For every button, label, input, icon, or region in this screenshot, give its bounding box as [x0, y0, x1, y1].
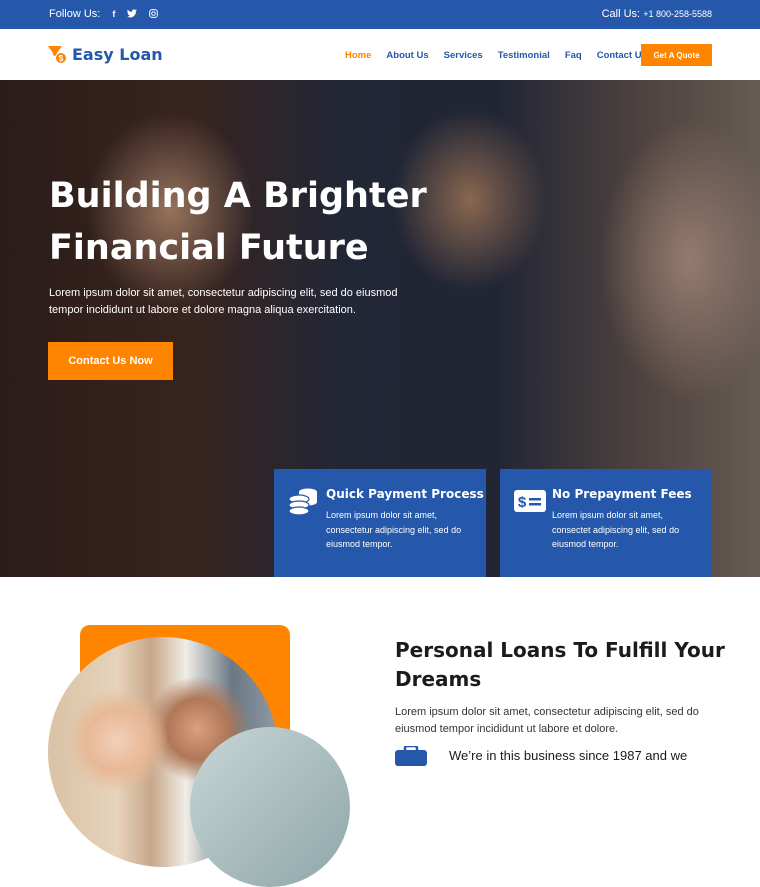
feature-card-quick-payment: Quick Payment Process Lorem ipsum dolor … — [274, 469, 486, 577]
social-links: Follow Us: f — [49, 8, 159, 20]
feature-text: Lorem ipsum dolor sit amet, consectet ad… — [552, 510, 680, 549]
nav-faq[interactable]: Faq — [565, 50, 582, 61]
feature-title: Quick Payment Process — [326, 487, 484, 501]
feature-title: No Prepayment Fees — [552, 487, 692, 501]
about-section: Personal Loans To Fulfill Your Dreams Lo… — [395, 636, 735, 737]
phone-number[interactable]: +1 800-258-5588 — [643, 9, 712, 19]
nav-testimonial[interactable]: Testimonial — [498, 50, 550, 61]
logo[interactable]: $ Easy Loan — [48, 45, 163, 64]
nav-home[interactable]: Home — [345, 50, 371, 61]
about-description: Lorem ipsum dolor sit amet, consectetur … — [395, 706, 699, 735]
brand-name: Easy Loan — [72, 45, 163, 64]
top-bar: Follow Us: f Call Us: +1 800-258-5588 — [0, 0, 760, 29]
instagram-icon[interactable] — [149, 8, 159, 20]
main-nav: $ Easy Loan Home About Us Services Testi… — [0, 29, 760, 80]
about-title: Personal Loans To Fulfill Your Dreams — [395, 638, 725, 691]
briefcase-icon — [395, 744, 427, 766]
about-image-group — [0, 577, 380, 887]
feature-card-no-prepayment: $ No Prepayment Fees Lorem ipsum dolor s… — [500, 469, 712, 577]
money-check-icon: $ — [514, 490, 546, 518]
hero-section: Building A Brighter Financial Future Lor… — [0, 80, 760, 577]
get-a-quote-button[interactable]: Get A Quote — [641, 44, 712, 66]
nav-services[interactable]: Services — [444, 50, 483, 61]
svg-text:$: $ — [518, 494, 527, 511]
follow-label: Follow Us: — [49, 8, 101, 20]
office-photo — [190, 727, 350, 887]
funnel-coin-icon: $ — [48, 45, 68, 64]
coins-icon — [288, 487, 318, 516]
facebook-icon[interactable]: f — [112, 9, 115, 19]
twitter-icon[interactable] — [127, 8, 138, 20]
nav-about-us[interactable]: About Us — [386, 50, 428, 61]
experience-text: We’re in this business since 1987 and we — [449, 748, 688, 763]
contact-us-now-button[interactable]: Contact Us Now — [48, 342, 173, 380]
call-label: Call Us: — [601, 8, 641, 20]
hero-title: Building A Brighter Financial Future — [49, 176, 427, 268]
call-us: Call Us: +1 800-258-5588 — [602, 8, 712, 20]
hero-description: Lorem ipsum dolor sit amet, consectetur … — [49, 287, 398, 316]
experience-item: We’re in this business since 1987 and we — [395, 744, 688, 766]
nav-menu: Home About Us Services Testimonial Faq C… — [345, 50, 662, 61]
svg-text:$: $ — [59, 54, 64, 63]
feature-text: Lorem ipsum dolor sit amet, consectetur … — [326, 510, 462, 549]
nav-contact-us[interactable]: Contact Us — [597, 50, 647, 61]
